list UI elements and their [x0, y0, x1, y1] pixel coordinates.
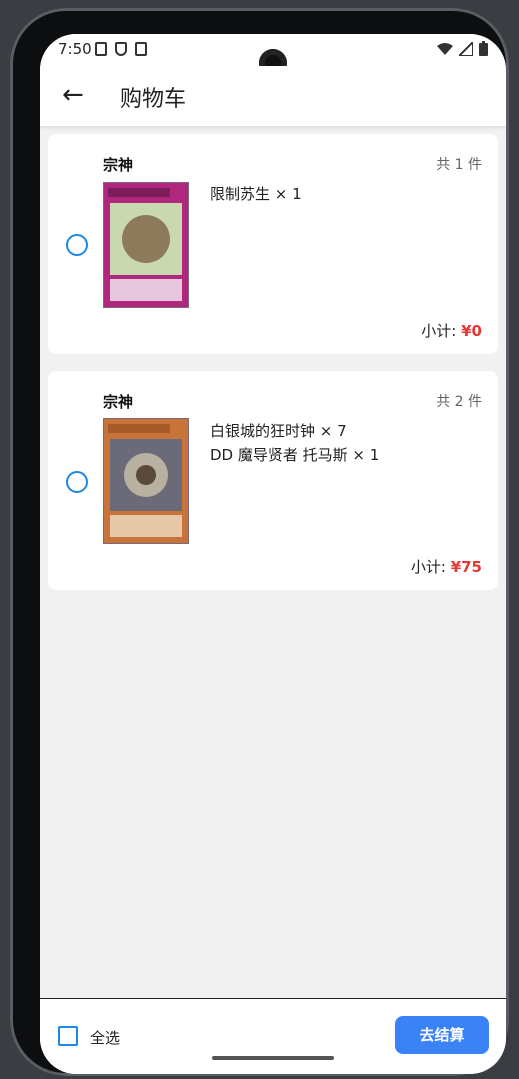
item-count: 共 2 件 — [436, 394, 482, 410]
screenshot-icon — [95, 42, 107, 56]
shop-name: 宗神 — [103, 156, 134, 174]
subtotal-label: 小计: — [421, 322, 457, 340]
order-select-radio[interactable] — [66, 234, 88, 256]
select-all-label[interactable]: 全选 — [90, 1027, 120, 1048]
subtotal: 小计: ¥0 — [421, 320, 482, 341]
subtotal-price: ¥0 — [461, 322, 482, 340]
card-art — [104, 419, 188, 543]
phone-frame: 7:50 ← 购物车 宗神 共 1 件 限制苏生 × 1 小计: ¥0 宗神 共… — [10, 8, 509, 1076]
cart-order-card: 宗神 共 2 件 白银城的狂时钟 × 7 DD 魔导贤者 托马斯 × 1 小计:… — [48, 371, 498, 590]
status-system-icons — [437, 41, 488, 56]
screen: 7:50 ← 购物车 宗神 共 1 件 限制苏生 × 1 小计: ¥0 宗神 共… — [40, 34, 506, 1074]
signal-icon — [459, 41, 473, 56]
checkout-bar: 全选 去结算 — [40, 998, 506, 1074]
wifi-icon — [437, 42, 453, 55]
home-indicator[interactable] — [212, 1056, 334, 1060]
subtotal: 小计: ¥75 — [411, 556, 482, 577]
status-notification-icons — [95, 42, 147, 56]
select-all-checkbox[interactable] — [58, 1026, 78, 1046]
shield-icon — [115, 42, 127, 56]
card-image[interactable] — [103, 418, 189, 544]
subtotal-label: 小计: — [410, 558, 446, 576]
item-line: 白银城的狂时钟 × 7 — [210, 422, 347, 440]
item-line: DD 魔导贤者 托马斯 × 1 — [210, 446, 380, 464]
order-select-radio[interactable] — [66, 471, 88, 493]
item-lines: 限制苏生 × 1 — [210, 182, 302, 206]
card-image[interactable] — [103, 182, 189, 308]
page-title: 购物车 — [120, 87, 187, 112]
subtotal-price: ¥75 — [450, 558, 482, 576]
item-lines: 白银城的狂时钟 × 7 DD 魔导贤者 托马斯 × 1 — [210, 419, 379, 467]
status-bar: 7:50 — [40, 34, 506, 77]
back-arrow-icon[interactable]: ← — [62, 80, 84, 110]
shop-name: 宗神 — [103, 393, 134, 411]
checkout-button[interactable]: 去结算 — [395, 1016, 489, 1054]
battery-icon — [479, 41, 488, 56]
cart-order-card: 宗神 共 1 件 限制苏生 × 1 小计: ¥0 — [48, 134, 498, 354]
item-line: 限制苏生 × 1 — [210, 185, 302, 203]
item-count: 共 1 件 — [436, 157, 482, 173]
app-bar: ← 购物车 — [40, 66, 506, 126]
status-time: 7:50 — [58, 40, 92, 58]
sd-card-icon — [135, 42, 147, 56]
card-art — [104, 183, 188, 307]
